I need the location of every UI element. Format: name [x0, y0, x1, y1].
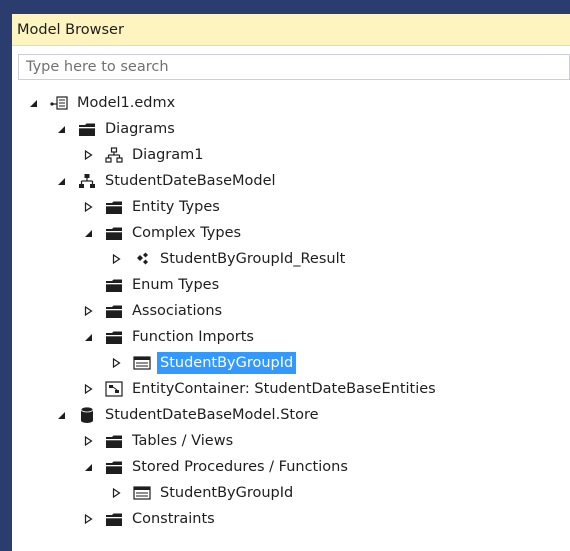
- folder-icon: [104, 458, 124, 476]
- folder-icon: [77, 120, 97, 138]
- collapse-arrow-icon[interactable]: [81, 460, 95, 474]
- diagram-icon: [104, 146, 124, 164]
- folder-icon: [104, 302, 124, 320]
- tree-item-label: StudentDateBaseModel: [105, 173, 276, 189]
- tree-item-complex-result[interactable]: StudentByGroupId_Result: [109, 246, 348, 272]
- expand-arrow-icon[interactable]: [81, 382, 95, 396]
- tree-item-label: Entity Types: [132, 199, 220, 215]
- tree-item-label: StudentByGroupId: [160, 485, 294, 501]
- search-input[interactable]: [18, 54, 570, 80]
- tree-item-entity-container[interactable]: EntityContainer: StudentDateBaseEntities: [81, 376, 439, 402]
- entity-container-icon: [104, 380, 124, 398]
- tree-item-diagrams[interactable]: Diagrams: [54, 116, 178, 142]
- edmx-file-icon: [49, 94, 69, 112]
- expand-arrow-icon[interactable]: [81, 434, 95, 448]
- expand-arrow-icon[interactable]: [81, 148, 95, 162]
- collapse-arrow-icon[interactable]: [54, 122, 68, 136]
- collapse-arrow-icon[interactable]: [54, 174, 68, 188]
- expand-arrow-icon[interactable]: [109, 252, 123, 266]
- folder-icon: [104, 432, 124, 450]
- folder-icon: [104, 276, 124, 294]
- tree-item-store-model[interactable]: StudentDateBaseModel.Store: [54, 402, 322, 428]
- tree-item-conceptual-model[interactable]: StudentDateBaseModel: [54, 168, 279, 194]
- expand-arrow-icon[interactable]: [81, 200, 95, 214]
- tree-item-label: Stored Procedures / Functions: [132, 459, 348, 475]
- tree-item-label: Associations: [132, 303, 223, 319]
- model-browser-panel: Model Browser Model1.edmx: [12, 14, 570, 551]
- model-hierarchy-icon: [77, 172, 97, 190]
- tree-item-associations[interactable]: Associations: [81, 298, 225, 324]
- collapse-arrow-icon[interactable]: [81, 226, 95, 240]
- expand-arrow-icon[interactable]: [109, 486, 123, 500]
- tree-item-complex-types[interactable]: Complex Types: [81, 220, 244, 246]
- function-icon: [132, 484, 152, 502]
- tree-item-enum-types[interactable]: Enum Types: [81, 272, 222, 298]
- tree-item-label: Diagram1: [132, 147, 204, 163]
- folder-icon: [104, 224, 124, 242]
- collapse-arrow-icon[interactable]: [81, 330, 95, 344]
- collapse-arrow-icon[interactable]: [26, 96, 40, 110]
- tree-item-label: EntityContainer: StudentDateBaseEntities: [132, 381, 436, 397]
- tree-item-label: Function Imports: [132, 329, 254, 345]
- tree-item-label: Constraints: [132, 511, 215, 527]
- database-icon: [77, 406, 97, 424]
- tree-item-entity-types[interactable]: Entity Types: [81, 194, 223, 220]
- expand-arrow-icon[interactable]: [81, 304, 95, 318]
- tree-item-label-selected: StudentByGroupId: [157, 352, 297, 374]
- tree-item-stored-procedures[interactable]: Stored Procedures / Functions: [81, 454, 351, 480]
- tree-item-tables-views[interactable]: Tables / Views: [81, 428, 236, 454]
- folder-icon: [104, 198, 124, 216]
- folder-icon: [104, 510, 124, 528]
- folder-icon: [104, 328, 124, 346]
- tree-item-label: Enum Types: [132, 277, 220, 293]
- function-icon: [132, 354, 152, 372]
- tree-item-label: StudentByGroupId_Result: [160, 251, 346, 267]
- tree-item-label: Tables / Views: [132, 433, 234, 449]
- tree-item-label: Model1.edmx: [77, 95, 176, 111]
- expand-arrow-icon[interactable]: [109, 356, 123, 370]
- tree-item-function-imports[interactable]: Function Imports: [81, 324, 257, 350]
- tree-item-diagram1[interactable]: Diagram1: [81, 142, 206, 168]
- collapse-arrow-icon[interactable]: [54, 408, 68, 422]
- tree-item-model[interactable]: Model1.edmx: [26, 90, 178, 116]
- tree-item-function-import-student-by-group-id[interactable]: StudentByGroupId: [109, 350, 297, 376]
- complex-type-icon: [132, 250, 152, 268]
- expand-arrow-icon[interactable]: [81, 512, 95, 526]
- panel-title: Model Browser: [12, 14, 570, 46]
- tree-item-label: Diagrams: [105, 121, 175, 137]
- tree-item-label: Complex Types: [132, 225, 242, 241]
- tree-item-stored-procedure-student-by-group-id[interactable]: StudentByGroupId: [109, 480, 296, 506]
- tree-item-constraints[interactable]: Constraints: [81, 506, 218, 532]
- tree-item-label: StudentDateBaseModel.Store: [105, 407, 319, 423]
